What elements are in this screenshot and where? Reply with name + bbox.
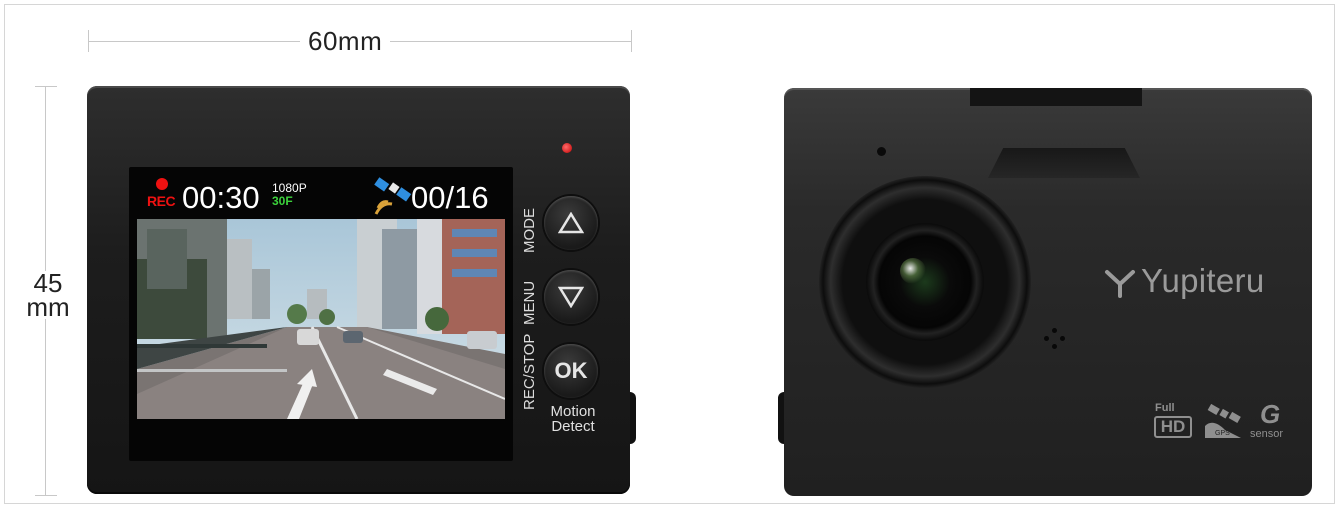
height-dimension-tick-top [35, 86, 57, 87]
height-dimension-label: 45 mm [22, 270, 74, 322]
rec-stop-ok-button[interactable]: OK [544, 344, 598, 398]
status-led [562, 143, 572, 153]
motion-detect-label: Motion Detect [543, 404, 603, 434]
front-sensor-hole [877, 147, 886, 156]
gps-label: GPS [1215, 430, 1230, 437]
satellite-icon [374, 177, 412, 215]
mount-bracket [988, 148, 1140, 178]
full-badge: Full [1155, 402, 1175, 414]
lens-glare [900, 258, 926, 284]
g-sensor-badge: G [1260, 399, 1281, 429]
road-camera-feed [137, 219, 505, 419]
mic-hole [1052, 328, 1057, 333]
motion-detect-line1: Motion [550, 403, 596, 420]
hd-badge: HD [1154, 416, 1192, 438]
rec-indicator: REC [147, 193, 176, 209]
frame-rate-badge: 30F [272, 194, 293, 208]
motion-detect-line2: Detect [551, 418, 595, 435]
gps-satellite-icon: GPS [1205, 404, 1241, 438]
width-dimension-tick-right [631, 30, 632, 52]
width-dimension-label: 60mm [300, 26, 391, 57]
mic-hole [1044, 336, 1049, 341]
camera-lens [866, 223, 984, 341]
mode-up-button[interactable] [544, 196, 598, 250]
elapsed-time: 00:30 [182, 180, 260, 215]
resolution-badge: 1080P [272, 181, 307, 195]
height-dimension-unit: mm [26, 292, 70, 322]
menu-label: MENU [521, 280, 538, 325]
menu-down-button[interactable] [544, 270, 598, 324]
rec-dot-icon [156, 178, 168, 190]
ok-label: OK [554, 358, 588, 383]
sensor-label: sensor [1250, 428, 1284, 440]
height-dimension-tick-bottom [35, 495, 57, 496]
up-triangle-icon [558, 212, 584, 234]
satellite-count: 00/16 [411, 180, 489, 215]
mount-top-edge [970, 88, 1142, 106]
down-triangle-icon [558, 286, 584, 308]
width-dimension-tick-left [88, 30, 89, 52]
mic-hole [1060, 336, 1065, 341]
brand-name: Yupiteru [1141, 262, 1265, 299]
rec-stop-label: REC/STOP [521, 333, 538, 410]
mode-label: MODE [521, 208, 538, 253]
mic-hole [1052, 344, 1057, 349]
